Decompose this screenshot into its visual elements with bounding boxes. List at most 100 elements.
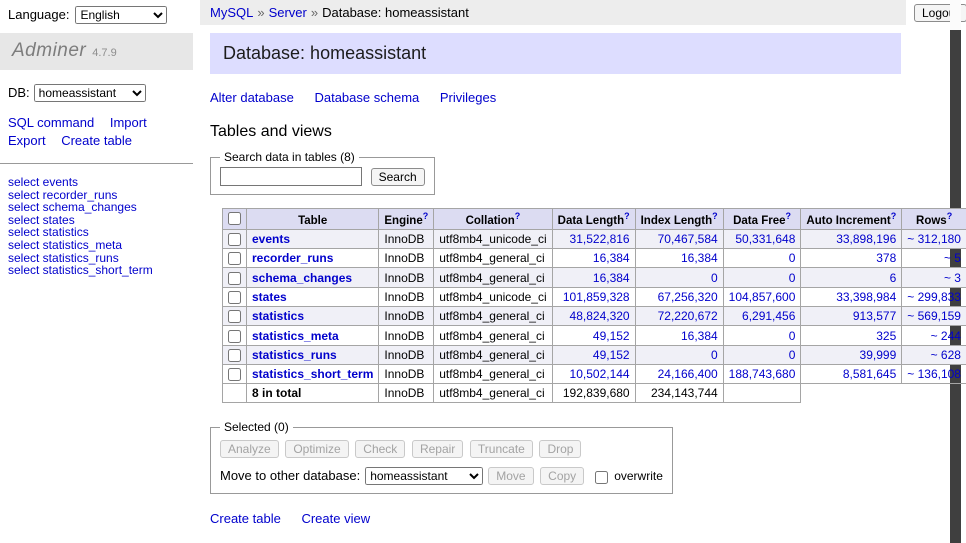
column-help-link[interactable]: ?	[891, 211, 897, 221]
sidebar-table-link[interactable]: select statistics_meta	[8, 239, 185, 252]
table-name-cell: statistics	[247, 307, 379, 326]
app-name: Adminer	[12, 40, 86, 61]
engine-cell: InnoDB	[379, 307, 434, 326]
search-input[interactable]	[220, 167, 362, 186]
create-link[interactable]: Create table	[210, 511, 281, 526]
table-name-link[interactable]: recorder_runs	[252, 251, 333, 265]
overwrite-checkbox[interactable]	[595, 471, 608, 484]
selected-action-button[interactable]: Check	[355, 440, 405, 458]
rows-count-link[interactable]: ~ 299,833	[907, 290, 961, 304]
breadcrumb-mysql-link[interactable]: MySQL	[210, 5, 253, 20]
tables-and-views-heading: Tables and views	[210, 123, 914, 141]
column-help-link[interactable]: ?	[624, 211, 630, 221]
sidebar-table-link[interactable]: select schema_changes	[8, 201, 185, 214]
row-select-checkbox[interactable]	[228, 272, 241, 285]
row-select-cell	[223, 345, 247, 364]
rows-count-link[interactable]: ~ 3	[944, 271, 961, 285]
column-help-link[interactable]: ?	[786, 211, 792, 221]
table-name-link[interactable]: statistics	[252, 309, 304, 323]
rows-cell: ~ 244	[902, 326, 966, 345]
table-name-link[interactable]: schema_changes	[252, 271, 352, 285]
language-select[interactable]: English	[75, 6, 167, 24]
db-label: DB:	[8, 85, 30, 100]
copy-button[interactable]: Copy	[540, 467, 584, 485]
rows-count-link[interactable]: ~ 628	[931, 348, 961, 362]
table-row: recorder_runs InnoDB utf8mb4_general_ci …	[223, 249, 966, 268]
selected-action-button[interactable]: Analyze	[220, 440, 279, 458]
data-length-cell: 16,384	[552, 249, 635, 268]
create-link[interactable]: Create view	[301, 511, 370, 526]
move-label: Move to other database:	[220, 468, 360, 483]
data-length-cell: 101,859,328	[552, 287, 635, 306]
row-select-checkbox[interactable]	[228, 368, 241, 381]
rows-count-link[interactable]: ~ 312,180	[907, 232, 961, 246]
column-help-link[interactable]: ?	[423, 211, 429, 221]
row-select-checkbox[interactable]	[228, 291, 241, 304]
table-row: events InnoDB utf8mb4_unicode_ci 31,522,…	[223, 229, 966, 248]
collation-cell: utf8mb4_unicode_ci	[434, 229, 552, 248]
move-db-select[interactable]: homeassistant	[365, 467, 483, 485]
auto-increment-cell: 33,398,984	[801, 287, 902, 306]
selected-action-button[interactable]: Repair	[412, 440, 463, 458]
rows-count-link[interactable]: ~ 5	[944, 251, 961, 265]
column-header: Collation?	[434, 209, 552, 230]
rows-count-link[interactable]: ~ 569,159	[907, 309, 961, 323]
table-name-link[interactable]: statistics_meta	[252, 329, 339, 343]
selected-action-button[interactable]: Optimize	[285, 440, 348, 458]
engine-cell: InnoDB	[379, 249, 434, 268]
sidebar-table-link[interactable]: select events	[8, 176, 185, 189]
table-name-link[interactable]: statistics_runs	[252, 348, 337, 362]
sidebar-action-link[interactable]: Create table	[61, 133, 132, 148]
sidebar-action-link[interactable]: SQL command	[8, 115, 94, 130]
db-nav-link[interactable]: Database schema	[314, 90, 419, 105]
column-help-link[interactable]: ?	[712, 211, 718, 221]
table-row: statistics_meta InnoDB utf8mb4_general_c…	[223, 326, 966, 345]
row-select-checkbox[interactable]	[228, 349, 241, 362]
selected-action-button[interactable]: Drop	[539, 440, 581, 458]
collation-cell: utf8mb4_general_ci	[434, 307, 552, 326]
db-nav-link[interactable]: Alter database	[210, 90, 294, 105]
breadcrumb-separator: »	[311, 5, 318, 20]
row-select-checkbox[interactable]	[228, 233, 241, 246]
overwrite-label: overwrite	[614, 469, 663, 483]
db-nav-link[interactable]: Privileges	[440, 90, 496, 105]
table-name-link[interactable]: statistics_short_term	[252, 367, 373, 381]
sidebar-action-link[interactable]: Import	[110, 115, 147, 130]
sidebar-action-link[interactable]: Export	[8, 133, 46, 148]
collation-cell: utf8mb4_general_ci	[434, 268, 552, 287]
column-header-label: Rows	[916, 215, 947, 227]
selected-action-buttons: Analyze Optimize Check Repair Truncate D…	[220, 440, 663, 458]
data-free-cell: 6,291,456	[723, 307, 801, 326]
index-length-cell: 0	[635, 268, 723, 287]
table-name-link[interactable]: states	[252, 290, 287, 304]
app-version: 4.7.9	[92, 47, 116, 59]
row-select-cell	[223, 326, 247, 345]
table-name-cell: states	[247, 287, 379, 306]
row-select-checkbox[interactable]	[228, 310, 241, 323]
rows-count-link[interactable]: ~ 136,108	[907, 367, 961, 381]
table-name-link[interactable]: events	[252, 232, 290, 246]
auto-increment-cell: 39,999	[801, 345, 902, 364]
breadcrumb-server-link[interactable]: Server	[269, 5, 307, 20]
table-total: 8 in total InnoDB utf8mb4_general_ci 192…	[223, 384, 966, 403]
sidebar-table-link[interactable]: select statistics_short_term	[8, 264, 185, 277]
rows-cell: ~ 569,159	[902, 307, 966, 326]
row-select-cell	[223, 287, 247, 306]
total-collation: utf8mb4_general_ci	[434, 384, 552, 403]
selected-legend: Selected (0)	[220, 420, 293, 434]
data-free-cell: 0	[723, 249, 801, 268]
data-length-cell: 31,522,816	[552, 229, 635, 248]
move-button[interactable]: Move	[488, 467, 533, 485]
column-help-link[interactable]: ?	[515, 211, 521, 221]
collation-cell: utf8mb4_general_ci	[434, 345, 552, 364]
column-help-link[interactable]: ?	[947, 211, 953, 221]
select-all-cell	[223, 209, 247, 230]
select-all-checkbox[interactable]	[228, 212, 241, 225]
row-select-checkbox[interactable]	[228, 252, 241, 265]
selected-action-button[interactable]: Truncate	[470, 440, 533, 458]
rows-count-link[interactable]: ~ 244	[931, 329, 961, 343]
column-header-label: Data Length	[558, 215, 624, 227]
row-select-checkbox[interactable]	[228, 330, 241, 343]
search-button[interactable]: Search	[371, 168, 425, 186]
db-select[interactable]: homeassistant	[34, 84, 146, 102]
